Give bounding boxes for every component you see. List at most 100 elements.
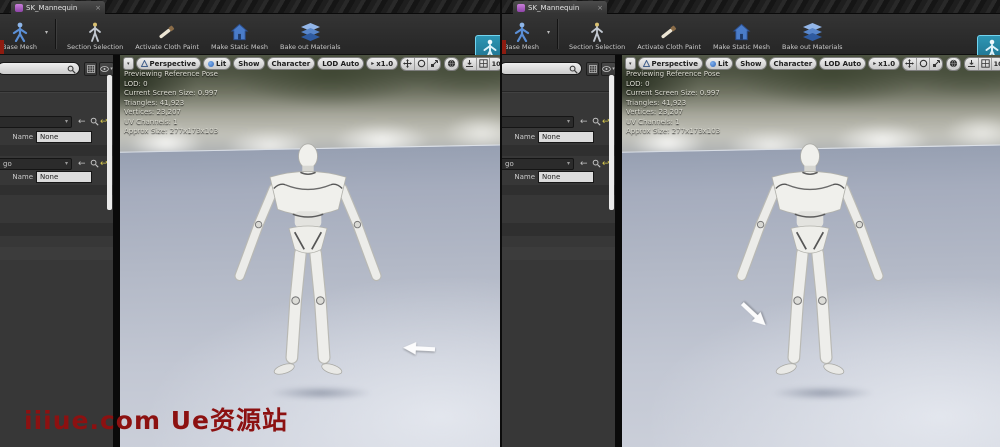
make-static-mesh-button[interactable]: Make Static Mesh	[707, 16, 776, 51]
view-options-button[interactable]: ▾	[99, 62, 113, 76]
scale-tool-button[interactable]	[929, 58, 942, 70]
details-panel: ▾ ▾ ← ↩ Name None go ▾	[0, 55, 113, 447]
section-band	[502, 247, 615, 260]
surface-snap-button[interactable]	[463, 58, 476, 70]
search-icon	[67, 65, 76, 74]
search-icon	[569, 65, 578, 74]
sidebar-scrollbar[interactable]	[107, 75, 112, 210]
activate-cloth-paint-label: Activate Cloth Paint	[637, 43, 701, 51]
character-button[interactable]: Character	[769, 57, 818, 70]
section-selection-button[interactable]: Section Selection	[61, 16, 129, 51]
brush-icon	[155, 21, 179, 42]
chevron-down-icon[interactable]: ▾	[547, 29, 550, 36]
view-options-button[interactable]: ▾	[601, 62, 615, 76]
grid-snap-value[interactable]: 10	[489, 58, 500, 70]
toolbar-separator	[557, 19, 558, 49]
viewport-3d[interactable]: ▾ Perspective Lit Show Character LOD Aut…	[120, 55, 500, 447]
name-value-field[interactable]: None	[36, 171, 92, 183]
filter-grid-button[interactable]	[84, 62, 97, 76]
grid-snap-button[interactable]	[978, 58, 991, 70]
world-coordinate-button[interactable]	[445, 58, 458, 70]
show-button[interactable]: Show	[735, 57, 766, 70]
show-button[interactable]: Show	[233, 57, 264, 70]
activate-cloth-paint-button[interactable]: Activate Cloth Paint	[631, 16, 707, 51]
search-input[interactable]	[502, 62, 582, 75]
gizmo-button-group: 10 △ 10°	[902, 57, 1000, 71]
chevron-down-icon[interactable]: ▾	[45, 29, 48, 36]
base-mesh-button[interactable]: ▾ Base Mesh	[500, 16, 552, 51]
details-panel: ▾ ▾ ← ↩ Name None go ▾	[502, 55, 615, 447]
perspective-button[interactable]: Perspective	[638, 57, 703, 70]
world-coordinate-button[interactable]	[947, 58, 960, 70]
panel-gap	[615, 55, 622, 447]
red-edge-fragment	[0, 40, 4, 54]
name-value-field[interactable]: None	[538, 171, 594, 183]
mannequin-mesh[interactable]	[734, 141, 886, 388]
stat-screen-size: Current Screen Size: 0.997	[124, 89, 218, 99]
use-selected-icon[interactable]: ←	[580, 158, 588, 170]
close-icon[interactable]: ×	[597, 4, 603, 12]
character-button[interactable]: Character	[267, 57, 316, 70]
main-toolbar: ▾ Base Mesh Section Selection Activate C…	[502, 14, 1000, 55]
use-selected-icon[interactable]: ←	[580, 116, 588, 128]
grid-snap-button[interactable]	[476, 58, 489, 70]
rotate-tool-button[interactable]	[414, 58, 427, 70]
rotate-tool-button[interactable]	[916, 58, 929, 70]
browse-icon[interactable]	[592, 117, 601, 130]
grid-snap-value[interactable]: 10	[991, 58, 1000, 70]
playback-speed-button[interactable]: ▸ x1.0	[868, 57, 900, 70]
stat-approx-size: Approx Size: 277x173x103	[124, 127, 218, 137]
skeletal-mesh-tab-icon	[15, 4, 23, 12]
lod-auto-button[interactable]: LOD Auto	[819, 57, 866, 70]
use-selected-icon[interactable]: ←	[78, 116, 86, 128]
mannequin-icon	[88, 21, 102, 42]
name-value-field[interactable]: None	[36, 131, 92, 143]
section-band	[0, 185, 113, 195]
tab-sk-mannequin[interactable]: SK_Mannequin ×	[11, 1, 105, 14]
mannequin-mesh[interactable]	[232, 141, 384, 388]
stat-triangles: Triangles: 41,923	[124, 99, 218, 109]
asset-combo[interactable]: go ▾	[0, 158, 72, 170]
close-icon[interactable]: ×	[95, 4, 101, 12]
lit-button[interactable]: Lit	[203, 57, 231, 70]
viewport-options-button[interactable]: ▾	[123, 57, 134, 70]
viewport-options-button[interactable]: ▾	[625, 57, 636, 70]
tab-sk-mannequin[interactable]: SK_Mannequin ×	[513, 1, 607, 14]
asset-combo[interactable]: go ▾	[502, 158, 574, 170]
lit-button[interactable]: Lit	[705, 57, 733, 70]
filter-grid-button[interactable]	[586, 62, 599, 76]
perspective-button[interactable]: Perspective	[136, 57, 201, 70]
translate-tool-button[interactable]	[903, 58, 916, 70]
watermark: iiiue.com Ue资源站	[24, 401, 288, 437]
playback-speed-button[interactable]: ▸ x1.0	[366, 57, 398, 70]
bake-out-materials-button[interactable]: Bake out Materials	[776, 16, 849, 51]
house-icon	[732, 21, 751, 42]
make-static-mesh-button[interactable]: Make Static Mesh	[205, 16, 274, 51]
stat-screen-size: Current Screen Size: 0.997	[626, 89, 720, 99]
make-static-mesh-label: Make Static Mesh	[211, 43, 268, 51]
viewport-3d[interactable]: ▾ Perspective Lit Show Character LOD Aut…	[622, 55, 1000, 447]
toolbar-separator	[55, 19, 56, 49]
scale-tool-button[interactable]	[427, 58, 440, 70]
base-mesh-button[interactable]: ▾ Base Mesh	[0, 16, 50, 51]
asset-combo[interactable]: ▾	[0, 116, 72, 128]
browse-icon[interactable]	[90, 117, 99, 130]
section-selection-button[interactable]: Section Selection	[563, 16, 631, 51]
surface-snap-button[interactable]	[965, 58, 978, 70]
name-value-field[interactable]: None	[538, 131, 594, 143]
gizmo-button-group: 10 △ 10°	[400, 57, 500, 71]
eye-icon	[602, 66, 611, 72]
activate-cloth-paint-button[interactable]: Activate Cloth Paint	[129, 16, 205, 51]
use-selected-icon[interactable]: ←	[78, 158, 86, 170]
lod-auto-button[interactable]: LOD Auto	[317, 57, 364, 70]
bake-out-materials-button[interactable]: Bake out Materials	[274, 16, 347, 51]
editor-window-right: SK_Mannequin × ▾ Base Mesh Section Selec…	[500, 0, 1000, 447]
search-input[interactable]	[0, 62, 80, 75]
play-icon: ▸	[371, 60, 374, 67]
lit-icon	[710, 61, 716, 67]
translate-tool-button[interactable]	[401, 58, 414, 70]
mouse-cursor	[403, 340, 436, 357]
asset-picker-row: go ▾ ← ↩	[502, 158, 615, 171]
asset-combo[interactable]: ▾	[502, 116, 574, 128]
sidebar-scrollbar[interactable]	[609, 75, 614, 210]
